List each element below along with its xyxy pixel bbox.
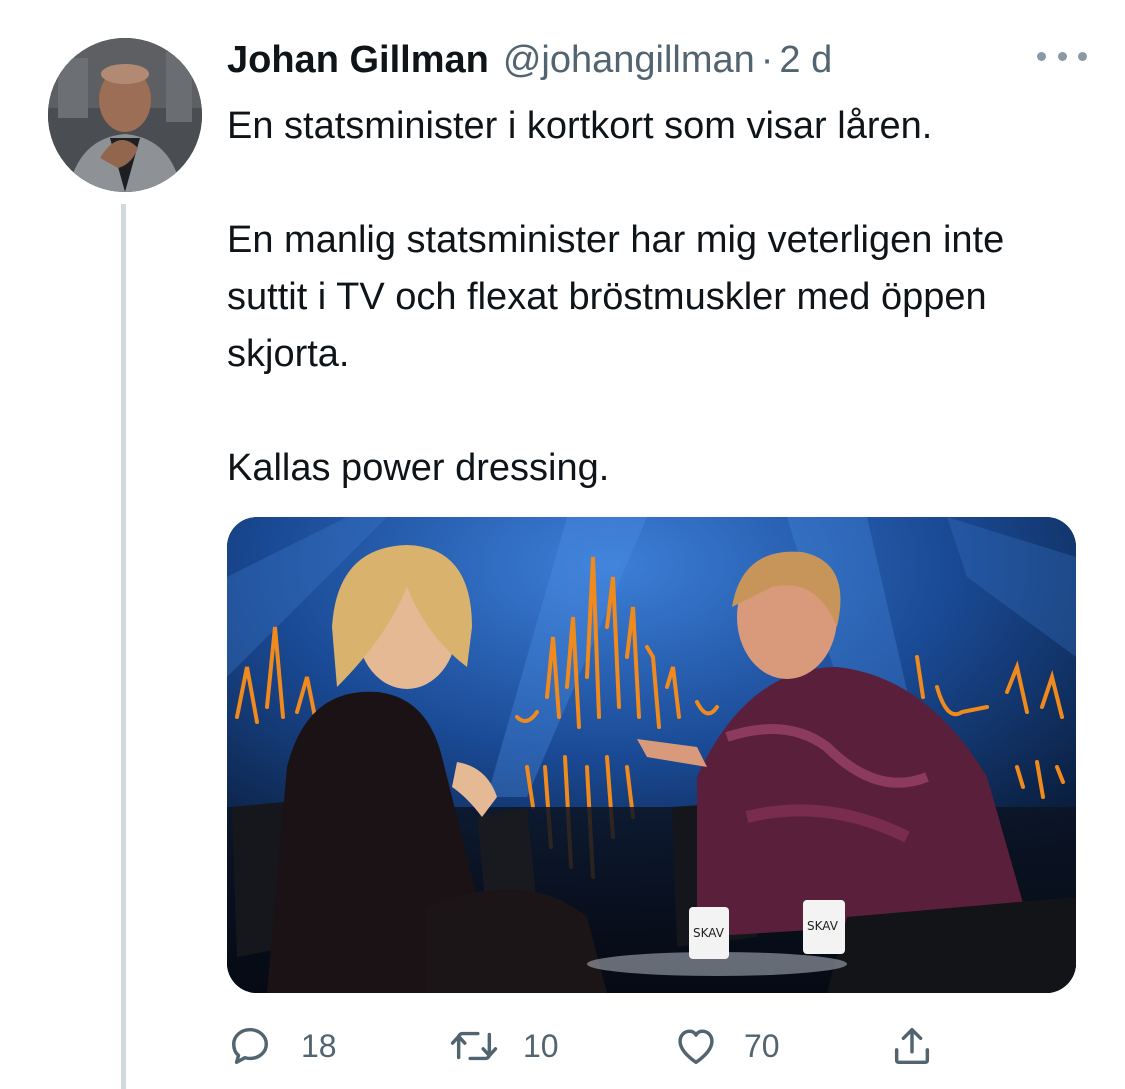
timestamp[interactable]: 2 d (779, 39, 832, 82)
share-button[interactable] (889, 1018, 935, 1074)
avatar[interactable] (48, 38, 202, 192)
retweet-button[interactable]: 10 (449, 1018, 559, 1074)
reply-button[interactable]: 18 (227, 1018, 337, 1074)
reply-bubble-icon (231, 1027, 269, 1065)
more-dots-icon[interactable] (1037, 44, 1087, 68)
retweet-count: 10 (523, 1027, 559, 1064)
retweet-icon (450, 1031, 498, 1061)
thread-line (121, 204, 126, 1089)
tweet-actions: 18 10 70 (227, 1018, 947, 1074)
tweet-paragraph: En statsminister i kortkort som visar lå… (227, 105, 933, 147)
tweet-paragraph: En manlig statsminister har mig veterlig… (227, 219, 1005, 375)
author-handle[interactable]: @johangillman (503, 39, 755, 82)
tweet-media-image[interactable]: SKAV SKAV (227, 517, 1076, 993)
tweet-header: Johan Gillman @johangillman · 2 d (227, 35, 1085, 85)
mug-logo: SKAV (693, 926, 725, 940)
like-button[interactable]: 70 (672, 1018, 780, 1074)
mug-logo: SKAV (807, 919, 839, 933)
tv-studio-photo: SKAV SKAV (227, 517, 1076, 993)
share-upload-icon (894, 1027, 930, 1065)
avatar-photo (48, 38, 202, 192)
separator-dot: · (760, 38, 774, 81)
reply-count: 18 (301, 1027, 337, 1064)
tweet-text: En statsminister i kortkort som visar lå… (227, 98, 1087, 497)
like-count: 70 (744, 1027, 780, 1064)
tweet-paragraph: Kallas power dressing. (227, 447, 610, 489)
author-name[interactable]: Johan Gillman (227, 39, 489, 82)
heart-icon (678, 1029, 714, 1065)
